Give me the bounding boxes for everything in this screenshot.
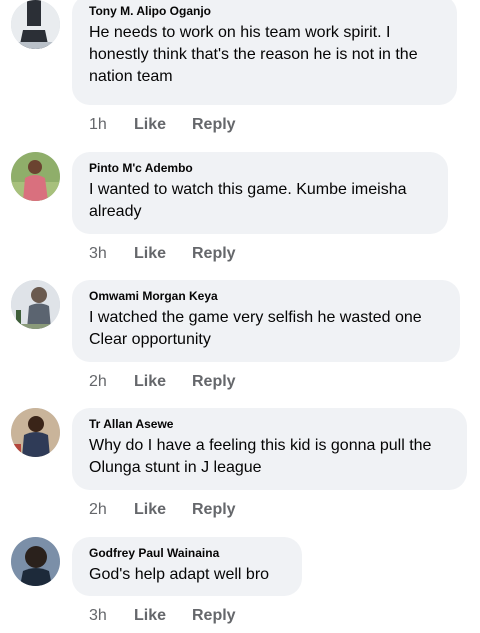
like-button[interactable]: Like	[134, 372, 192, 392]
comment-bubble: Tony M. Alipo Oganjo He needs to work on…	[72, 0, 457, 105]
comment-bubble: Omwami Morgan Keya I watched the game ve…	[72, 280, 460, 362]
avatar[interactable]	[11, 408, 60, 457]
comment-actions: 2h Like Reply	[89, 500, 236, 520]
comment-timestamp[interactable]: 1h	[89, 115, 134, 135]
comment-text: God's help adapt well bro	[89, 566, 270, 583]
avatar[interactable]	[11, 152, 60, 201]
comment-author[interactable]: Omwami Morgan Keya	[89, 289, 446, 304]
comment-author[interactable]: Tony M. Alipo Oganjo	[89, 4, 443, 19]
comment-actions: 2h Like Reply	[89, 372, 236, 392]
reply-button[interactable]: Reply	[192, 244, 236, 264]
reply-button[interactable]: Reply	[192, 372, 236, 392]
like-button[interactable]: Like	[134, 500, 192, 520]
reply-button[interactable]: Reply	[192, 115, 236, 135]
comment-bubble: Tr Allan Asewe Why do I have a feeling t…	[72, 408, 467, 490]
comment-author[interactable]: Godfrey Paul Wainaina	[89, 546, 288, 561]
comment-timestamp[interactable]: 2h	[89, 500, 134, 520]
comment-author[interactable]: Pinto M'c Adembo	[89, 161, 434, 176]
like-button[interactable]: Like	[134, 115, 192, 135]
avatar[interactable]	[11, 537, 60, 586]
comment-author[interactable]: Tr Allan Asewe	[89, 417, 453, 432]
comment-actions: 1h Like Reply	[89, 115, 236, 135]
reply-button[interactable]: Reply	[192, 500, 236, 520]
comment-text: He needs to work on his team work spirit…	[89, 24, 418, 85]
comment-bubble: Godfrey Paul Wainaina God's help adapt w…	[72, 537, 302, 596]
comment-actions: 3h Like Reply	[89, 244, 236, 264]
comment-text: Why do I have a feeling this kid is gonn…	[89, 437, 432, 476]
reply-button[interactable]: Reply	[192, 606, 236, 626]
comment-text: I watched the game very selfish he waste…	[89, 309, 422, 348]
comment-text: I wanted to watch this game. Kumbe imeis…	[89, 181, 407, 220]
comment-timestamp[interactable]: 3h	[89, 244, 134, 264]
comment-timestamp[interactable]: 3h	[89, 606, 134, 626]
like-button[interactable]: Like	[134, 244, 192, 264]
comment-timestamp[interactable]: 2h	[89, 372, 134, 392]
avatar[interactable]	[11, 280, 60, 329]
like-button[interactable]: Like	[134, 606, 192, 626]
comment-bubble: Pinto M'c Adembo I wanted to watch this …	[72, 152, 448, 234]
avatar[interactable]	[11, 0, 60, 49]
comment-actions: 3h Like Reply	[89, 606, 236, 626]
